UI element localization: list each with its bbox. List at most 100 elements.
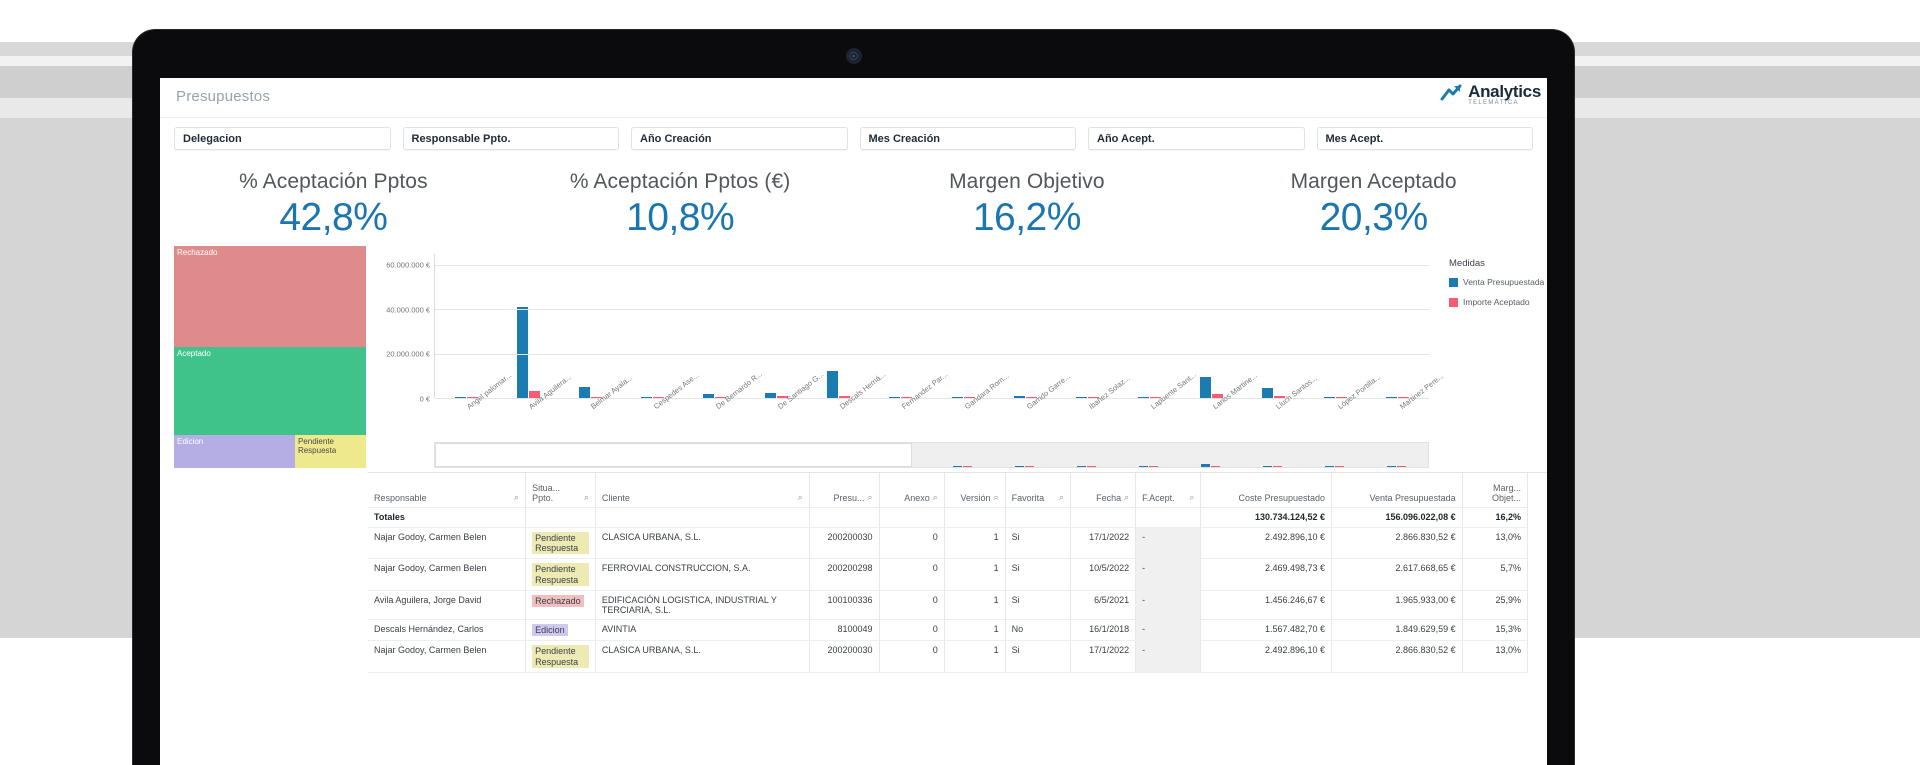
column-header-cliente[interactable]: Cliente ⌕ [595,473,810,508]
bar-venta-presupuestada[interactable] [1200,377,1212,398]
cell-text: 2.866.830,52 € [1395,645,1456,656]
brand-logo: Analytics TELEMÁTICA [1439,82,1541,106]
kpi-label: % Aceptación Pptos [239,170,428,193]
bar-group[interactable] [435,254,497,398]
table-row[interactable]: Najar Godoy, Carmen Belen Pendiente Respu… [368,527,1529,560]
cell-text: 1 [993,623,999,634]
cell-responsable: Najar Godoy, Carmen Belen [368,527,527,560]
search-icon[interactable]: ⌕ [1059,492,1064,503]
treemap-cell-label: Pendiente Respuesta [297,436,337,455]
cell-text: CLASICA URBANA, S.L. [601,531,701,542]
cell-favorita: Si [1005,640,1071,673]
column-header-margen[interactable]: Marg... Objet... [1462,473,1529,508]
app-header: Presupuestos Analytics TELEMÁTICA [160,78,1547,118]
search-icon[interactable]: ⌕ [933,492,938,503]
minimap-window-handle[interactable] [435,443,912,467]
column-header-presu[interactable]: Presu... ⌕ [809,473,880,508]
cell-coste: 2.492.896,10 € [1200,640,1333,673]
column-header-fecha[interactable]: Fecha ⌕ [1070,473,1137,508]
cell-text: No [1011,623,1024,634]
cell-favorita: Si [1005,527,1071,560]
search-icon[interactable]: ⌕ [867,492,872,503]
totals-cell-facept [1135,507,1202,528]
column-header-venta[interactable]: Venta Presupuestada [1331,473,1463,508]
cell-facept: - [1135,558,1202,591]
filter-bar: Delegacion Responsable Ppto. Año Creación M… [160,118,1547,160]
filter-a-o-acept[interactable]: Año Acept. [1088,127,1305,150]
cell-fecha: 17/1/2022 [1070,527,1137,560]
column-header-version[interactable]: Versión ⌕ [944,473,1006,508]
cell-text: - [1142,531,1146,542]
table-row[interactable]: Najar Godoy, Carmen Belen Pendiente Respu… [368,640,1529,673]
bar-venta-presupuestada[interactable] [827,370,839,398]
cell-anexo: 0 [879,590,945,620]
search-icon[interactable]: ⌕ [1124,492,1129,503]
table: Responsable ⌕ Situa... Ppto. ⌕ Cliente ⌕ Presu… [368,473,1529,673]
cell-venta: 1.965.933,00 € [1331,590,1463,620]
search-icon[interactable]: ⌕ [514,492,519,503]
table-row[interactable]: Najar Godoy, Carmen Belen Pendiente Respu… [368,558,1529,591]
treemap-cell-pendiente-respuesta[interactable]: Pendiente Respuesta [294,434,366,468]
column-header-label: Situa... Ppto. [532,482,561,503]
legend-item[interactable]: Importe Aceptado [1449,297,1547,308]
minimap-bar [1273,466,1283,467]
chart-gridline: 40.000.000 € [386,305,1429,314]
cell-text: Najar Godoy, Carmen Belen [374,531,487,542]
filter-responsable-ppto[interactable]: Responsable Ppto. [402,127,619,150]
x-axis-tick: Lluch Santos... [1242,373,1319,446]
search-icon[interactable]: ⌕ [994,492,999,503]
cell-text: Najar Godoy, Carmen Belen [374,563,487,574]
column-header-responsable[interactable]: Responsable ⌕ [368,473,527,508]
search-icon[interactable]: ⌕ [1189,492,1194,503]
minimap-bar [1263,465,1273,467]
situation-treemap[interactable]: Rechazado Aceptado Edicion Pendiente Respue… [174,246,366,468]
cell-facept: - [1135,619,1202,642]
cell-text: - [1142,623,1146,634]
column-header-label: Fecha [1096,492,1122,503]
cell-facept: - [1135,590,1202,620]
minimap-bar [1201,463,1211,467]
table-row[interactable]: Descals Hernández, Carlos Edicion AVINTIA 8… [368,619,1529,642]
bar-venta-presupuestada[interactable] [578,386,590,398]
column-header-situacion[interactable]: Situa... Ppto. ⌕ [525,473,596,508]
cell-text: 200200030 [827,645,873,656]
filter-mes-creaci-n[interactable]: Mes Creación [859,127,1076,150]
x-axis-tick: Cespedes Ase... [621,370,701,446]
table-row[interactable]: Avila Aguilera, Jorge David Rechazado EDIF… [368,590,1529,620]
treemap-cell-rechazado[interactable]: Rechazado [174,246,366,347]
chart-range-scrollbar[interactable] [434,442,1429,468]
bar-chart[interactable]: 60.000.000 €40.000.000 €20.000.000 €0 € … [366,246,1445,468]
legend-item[interactable]: Venta Presupuestada [1449,277,1547,288]
treemap-cell-edicion[interactable]: Edicion [174,434,295,468]
treemap-cell-aceptado[interactable]: Aceptado [174,347,366,435]
cell-margen: 13,0% [1462,527,1529,560]
cell-responsable: Najar Godoy, Carmen Belen [368,558,527,591]
column-header-anexo[interactable]: Anexo ⌕ [879,473,945,508]
filter-label: Mes Creación [868,132,941,145]
filter-mes-acept[interactable]: Mes Acept. [1316,127,1533,150]
budgets-table[interactable]: Responsable ⌕ Situa... Ppto. ⌕ Cliente ⌕ Presu… [368,472,1547,673]
cell-facept: - [1135,527,1202,560]
cell-text: 0 [932,531,938,542]
chart-legend: Medidas Venta Presupuestada Importe Acept… [1435,246,1547,468]
bar-venta-presupuestada[interactable] [1262,387,1274,398]
cell-fecha: 6/5/2021 [1070,590,1137,620]
cell-cliente: EDIFICACIÓN LOGISTICA, INDUSTRIAL Y TERC… [595,590,810,620]
search-icon[interactable]: ⌕ [584,492,589,503]
column-header-label: Presu... [833,492,865,503]
column-header-coste[interactable]: Coste Presupuestado [1200,473,1333,508]
search-icon[interactable]: ⌕ [798,492,803,503]
cell-version: 1 [944,527,1006,560]
column-header-facept[interactable]: F.Acept. ⌕ [1135,473,1202,508]
filter-label: Responsable Ppto. [411,132,511,145]
cell-situacion: Pendiente Respuesta [525,527,596,560]
filter-a-o-creaci-n[interactable]: Año Creación [631,127,848,150]
filter-delegacion[interactable]: Delegacion [174,127,391,150]
cell-text: Descals Hernández, Carlos [374,623,484,634]
table-body: Totales 130.734.124,52 €156.096.022,08 €1… [368,507,1529,673]
cell-text: AVINTIA [601,623,637,634]
x-axis-tick: Lapuente Sant... [1118,370,1198,446]
minimap-bar-group [1118,443,1180,467]
bar-venta-presupuestada[interactable] [516,307,528,398]
column-header-favorita[interactable]: Favorita ⌕ [1005,473,1071,508]
